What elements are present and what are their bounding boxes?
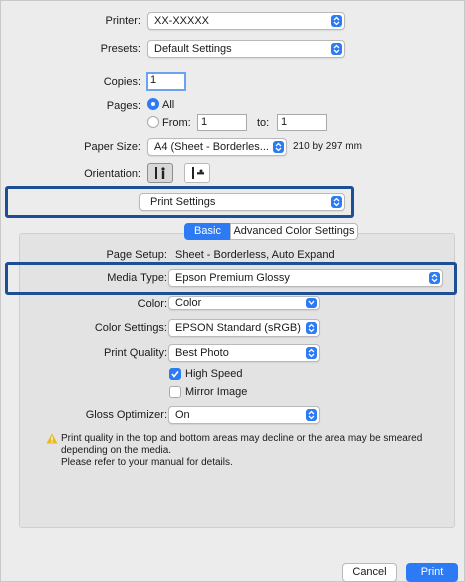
section-highlight-frame bbox=[5, 186, 354, 218]
portrait-person-icon bbox=[155, 167, 165, 179]
printer-value: XX-XXXXX bbox=[154, 15, 210, 27]
warning-icon bbox=[46, 433, 58, 444]
printer-popup[interactable]: XX-XXXXX bbox=[147, 12, 345, 30]
warning-line-1: Print quality in the top and bottom area… bbox=[61, 433, 423, 444]
orientation-label: Orientation: bbox=[84, 168, 141, 180]
presets-popup[interactable]: Default Settings bbox=[147, 40, 345, 58]
cancel-button[interactable]: Cancel bbox=[342, 563, 397, 582]
updown-stepper-icon bbox=[331, 43, 342, 55]
pages-all-radio[interactable] bbox=[147, 98, 159, 110]
presets-label: Presets: bbox=[100, 43, 141, 55]
checkmark-icon bbox=[171, 371, 179, 378]
paper-size-value: A4 (Sheet - Borderles... bbox=[154, 141, 269, 153]
pages-label: Pages: bbox=[106, 100, 141, 112]
color-popup[interactable]: Color bbox=[168, 296, 320, 310]
updown-stepper-icon bbox=[331, 15, 342, 27]
pages-from-label: From: bbox=[162, 117, 191, 129]
print-dialog: Printer: XX-XXXXX Presets: Default Setti… bbox=[0, 0, 465, 582]
updown-stepper-icon bbox=[306, 322, 317, 334]
pages-to-label: to: bbox=[257, 117, 270, 129]
chevron-down-icon bbox=[306, 298, 317, 308]
copies-label: Copies: bbox=[103, 76, 141, 88]
updown-stepper-icon bbox=[273, 141, 284, 153]
color-settings-label: Color Settings: bbox=[94, 322, 167, 334]
paper-size-popup[interactable]: A4 (Sheet - Borderles... bbox=[147, 138, 287, 156]
paper-size-label: Paper Size: bbox=[84, 141, 141, 153]
color-label: Color: bbox=[137, 298, 167, 310]
pages-to-field[interactable]: 1 bbox=[277, 114, 327, 131]
color-settings-value: EPSON Standard (sRGB) bbox=[175, 322, 301, 334]
mirror-image-checkbox[interactable] bbox=[169, 386, 181, 398]
high-speed-label: High Speed bbox=[185, 368, 243, 380]
mirror-image-label: Mirror Image bbox=[185, 386, 248, 398]
updown-stepper-icon bbox=[306, 409, 317, 421]
printer-label: Printer: bbox=[105, 15, 141, 27]
updown-stepper-icon bbox=[306, 347, 317, 359]
pages-all-label: All bbox=[162, 99, 175, 111]
paper-dimensions: 210 by 297 mm bbox=[293, 141, 362, 152]
gloss-optimizer-label: Gloss Optimizer: bbox=[85, 409, 167, 421]
warning-line-3: Please refer to your manual for details. bbox=[61, 457, 233, 468]
warning-line-2: depending on the media. bbox=[61, 445, 172, 456]
high-speed-checkbox[interactable] bbox=[169, 368, 181, 380]
pages-from-radio[interactable] bbox=[147, 116, 159, 128]
print-quality-value: Best Photo bbox=[175, 347, 229, 359]
media-type-highlight-frame bbox=[5, 262, 457, 295]
print-button[interactable]: Print bbox=[406, 563, 458, 582]
tab-advanced-color-settings[interactable]: Advanced Color Settings bbox=[230, 223, 358, 240]
gloss-optimizer-value: On bbox=[175, 409, 190, 421]
warning-message: Print quality in the top and bottom area… bbox=[61, 433, 441, 469]
tab-basic[interactable]: Basic bbox=[184, 223, 231, 240]
copies-field[interactable]: 1 bbox=[146, 72, 186, 91]
landscape-orientation-button[interactable] bbox=[184, 163, 210, 183]
color-value: Color bbox=[175, 297, 202, 309]
landscape-person-icon bbox=[192, 167, 204, 179]
print-quality-popup[interactable]: Best Photo bbox=[168, 344, 320, 362]
print-quality-label: Print Quality: bbox=[104, 347, 167, 359]
pages-from-field[interactable]: 1 bbox=[197, 114, 247, 131]
gloss-optimizer-popup[interactable]: On bbox=[168, 406, 320, 424]
page-setup-value: Sheet - Borderless, Auto Expand bbox=[175, 249, 335, 261]
presets-value: Default Settings bbox=[154, 43, 232, 55]
portrait-orientation-button[interactable] bbox=[147, 163, 173, 183]
page-setup-label: Page Setup: bbox=[106, 249, 167, 261]
color-settings-popup[interactable]: EPSON Standard (sRGB) bbox=[168, 319, 320, 337]
